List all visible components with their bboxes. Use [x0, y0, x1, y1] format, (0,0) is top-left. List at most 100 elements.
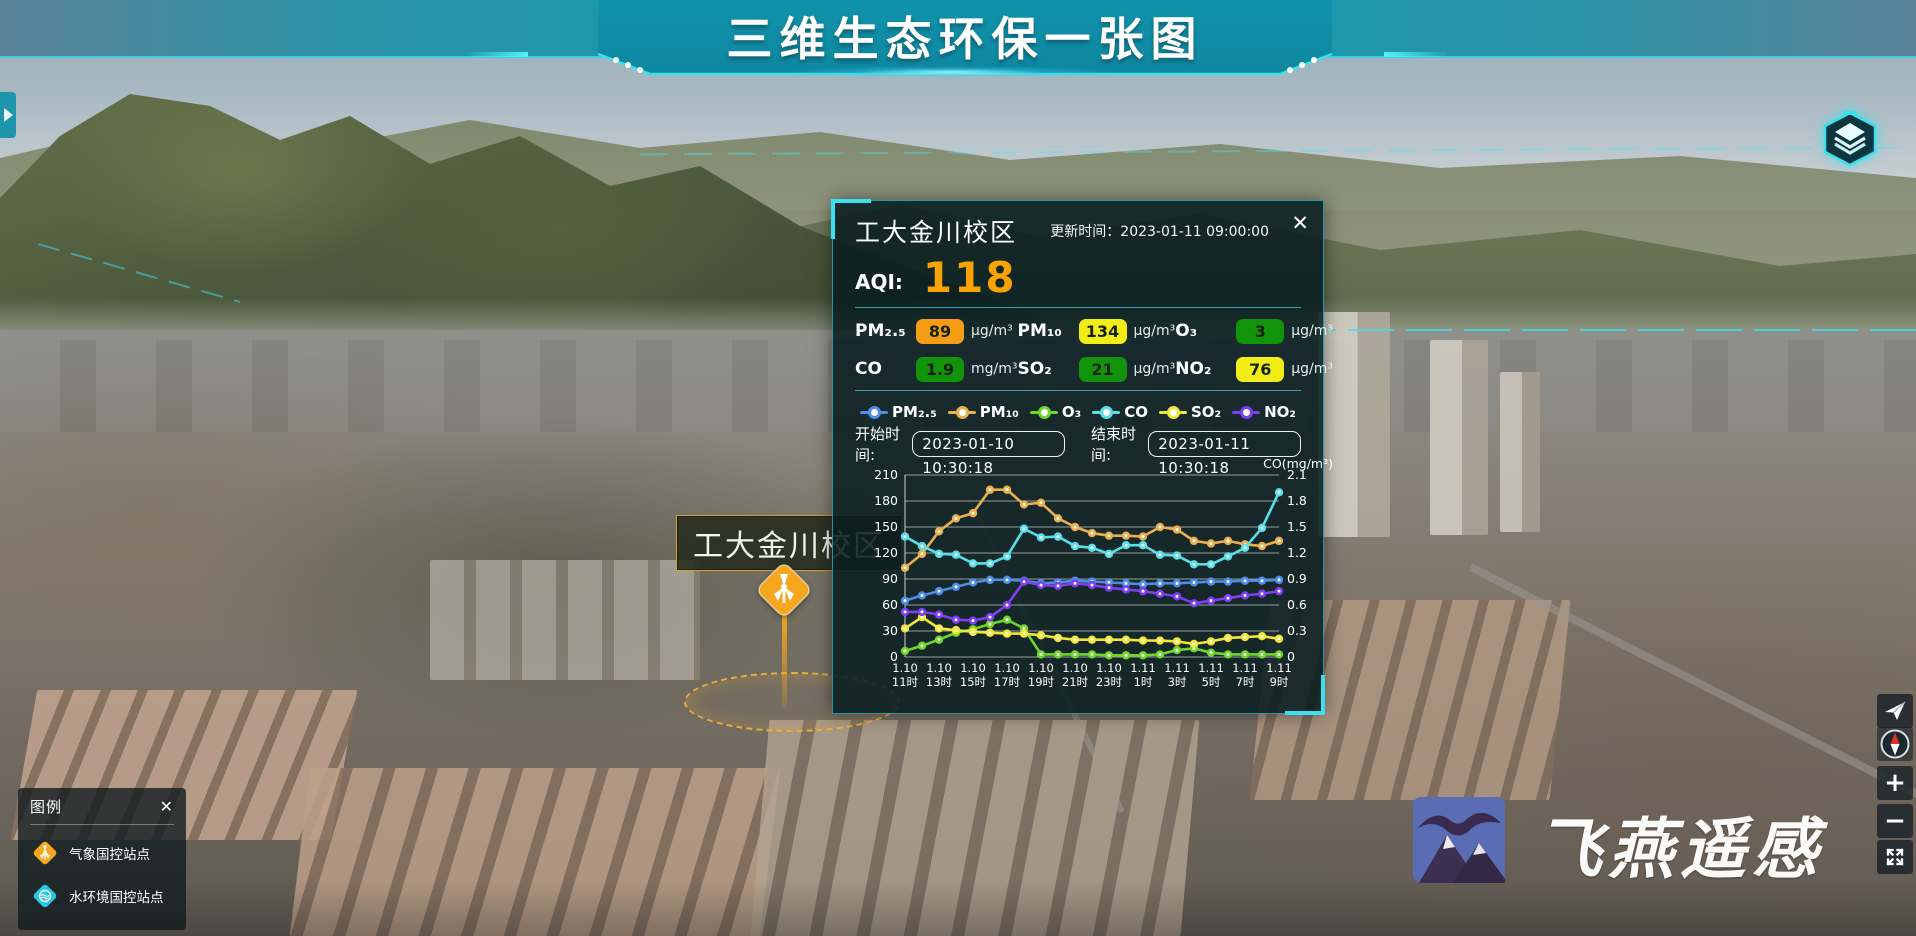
pollutant-pm10: PM₁₀ 134 µg/m³	[1018, 318, 1176, 344]
legend-dot	[1240, 406, 1253, 419]
svg-text:1时: 1时	[1134, 675, 1153, 689]
legend-line	[1159, 411, 1187, 414]
svg-text:60: 60	[882, 597, 898, 612]
svg-text:150: 150	[874, 519, 898, 534]
sidebar-expand-tab[interactable]	[0, 92, 16, 138]
svg-text:1.5: 1.5	[1287, 519, 1307, 534]
svg-text:1.10: 1.10	[892, 661, 918, 675]
svg-text:120: 120	[874, 545, 898, 560]
pollutant-co: CO 1.9 mg/m³	[855, 356, 1018, 382]
svg-text:30: 30	[882, 623, 898, 638]
svg-text:1.10: 1.10	[994, 661, 1020, 675]
minus-icon: −	[1884, 806, 1906, 836]
hex-top-notch	[1843, 111, 1857, 115]
svg-text:19时: 19时	[1028, 675, 1055, 689]
update-time-label: 更新时间：	[1050, 224, 1120, 240]
legend-line	[860, 411, 888, 414]
locate-button[interactable]	[1877, 694, 1913, 728]
close-icon[interactable]: ✕	[1291, 213, 1309, 234]
legend-item-label: 水环境国控站点	[69, 886, 164, 906]
pollutant-value-badge: 1.9	[916, 357, 964, 382]
pollutant-name: PM₁₀	[1018, 321, 1072, 341]
close-icon[interactable]: ✕	[160, 797, 174, 816]
water-station-diamond-icon	[30, 881, 60, 911]
svg-text:0.6: 0.6	[1287, 597, 1307, 612]
legend-item-water-station[interactable]: 水环境国控站点	[30, 881, 174, 911]
legend-line	[948, 411, 976, 414]
end-time-input[interactable]: 2023-01-11 10:30:18	[1148, 431, 1301, 457]
legend-line	[1232, 411, 1260, 414]
pollutant-chart[interactable]: 00300.3600.6900.91201.21501.51801.82102.…	[855, 459, 1333, 717]
start-time-input[interactable]: 2023-01-10 10:30:18	[912, 431, 1065, 457]
svg-text:1.10: 1.10	[926, 661, 952, 675]
pollutant-unit: µg/m³	[1291, 323, 1333, 339]
pollutant-unit: µg/m³	[1134, 323, 1176, 339]
pollutant-name: SO₂	[1018, 359, 1072, 379]
update-time-value: 2023-01-11 09:00:00	[1120, 224, 1269, 240]
chart-legend-item-o3[interactable]: O₃	[1030, 403, 1081, 421]
svg-text:1.11: 1.11	[1198, 661, 1224, 675]
chart-legend-item-pm25[interactable]: PM₂.₅	[860, 403, 937, 421]
pollutant-value-badge: 76	[1236, 357, 1284, 382]
page-title: 三维生态环保一张图	[598, 10, 1332, 68]
weather-station-diamond-icon	[30, 838, 60, 868]
pollutant-value-badge: 21	[1079, 357, 1127, 382]
svg-text:15时: 15时	[960, 675, 987, 689]
pollutant-unit: µg/m³	[1134, 361, 1176, 377]
watermark-logo	[1413, 797, 1505, 883]
svg-text:9时: 9时	[1270, 675, 1289, 689]
aqi-value: 118	[923, 257, 1017, 299]
divider	[855, 307, 1301, 308]
svg-text:1.10: 1.10	[1028, 661, 1054, 675]
svg-text:1.11: 1.11	[1164, 661, 1190, 675]
svg-text:7时: 7时	[1236, 675, 1255, 689]
svg-text:1.10: 1.10	[1096, 661, 1122, 675]
svg-text:21时: 21时	[1062, 675, 1089, 689]
svg-text:CO(mg/m³): CO(mg/m³)	[1263, 459, 1333, 471]
fullscreen-button[interactable]	[1877, 840, 1913, 874]
pollutant-unit: µg/m³	[1291, 361, 1333, 377]
chart-legend-item-so2[interactable]: SO₂	[1159, 403, 1221, 421]
svg-text:1.10: 1.10	[960, 661, 986, 675]
svg-text:11时: 11时	[892, 675, 919, 689]
legend-label: O₃	[1062, 403, 1081, 421]
pollutant-value-badge: 3	[1236, 319, 1284, 344]
svg-text:1.11: 1.11	[1130, 661, 1156, 675]
svg-text:3时: 3时	[1168, 675, 1187, 689]
svg-text:0.3: 0.3	[1287, 623, 1307, 638]
pollutant-pm25: PM₂.₅ 89 µg/m³	[855, 318, 1018, 344]
chart-legend-item-no2[interactable]: NO₂	[1232, 403, 1296, 421]
legend-label: NO₂	[1264, 403, 1296, 421]
layers-button[interactable]	[1820, 110, 1880, 168]
pollutant-unit: µg/m³	[971, 323, 1013, 339]
chevron-right-icon	[4, 108, 13, 122]
pollutant-so2: SO₂ 21 µg/m³	[1018, 356, 1176, 382]
legend-line	[1092, 411, 1120, 414]
pollutant-unit: mg/m³	[971, 361, 1018, 377]
pollutant-name: PM₂.₅	[855, 321, 909, 341]
legend-label: PM₂.₅	[892, 403, 937, 421]
zoom-out-button[interactable]: −	[1877, 804, 1913, 838]
compass-button[interactable]	[1877, 727, 1913, 761]
aqi-label: AQI:	[855, 265, 903, 299]
divider	[30, 824, 174, 825]
legend-item-weather-station[interactable]: 气象国控站点	[30, 838, 174, 868]
pollutant-name: O₃	[1175, 321, 1229, 341]
legend-label: SO₂	[1191, 403, 1221, 421]
legend-line	[1030, 411, 1058, 414]
fullscreen-icon	[1883, 845, 1907, 869]
map-legend-panel: 图例 ✕ 气象国控站点 水环境国控站点	[18, 788, 186, 930]
pollutant-name: CO	[855, 359, 909, 379]
zoom-in-button[interactable]: +	[1877, 766, 1913, 800]
tower-building	[1430, 340, 1488, 535]
svg-text:23时: 23时	[1096, 675, 1123, 689]
weather-station-marker[interactable]	[754, 560, 814, 620]
pollutant-name: NO₂	[1175, 359, 1229, 379]
legend-item-label: 气象国控站点	[69, 843, 150, 863]
paper-plane-icon	[1883, 699, 1907, 723]
chart-legend-item-pm10[interactable]: PM₁₀	[948, 403, 1019, 421]
map-overlay-line	[1232, 329, 1916, 331]
chart-legend-item-co[interactable]: CO	[1092, 403, 1148, 421]
legend-dot	[868, 406, 881, 419]
building-cluster	[430, 560, 700, 680]
